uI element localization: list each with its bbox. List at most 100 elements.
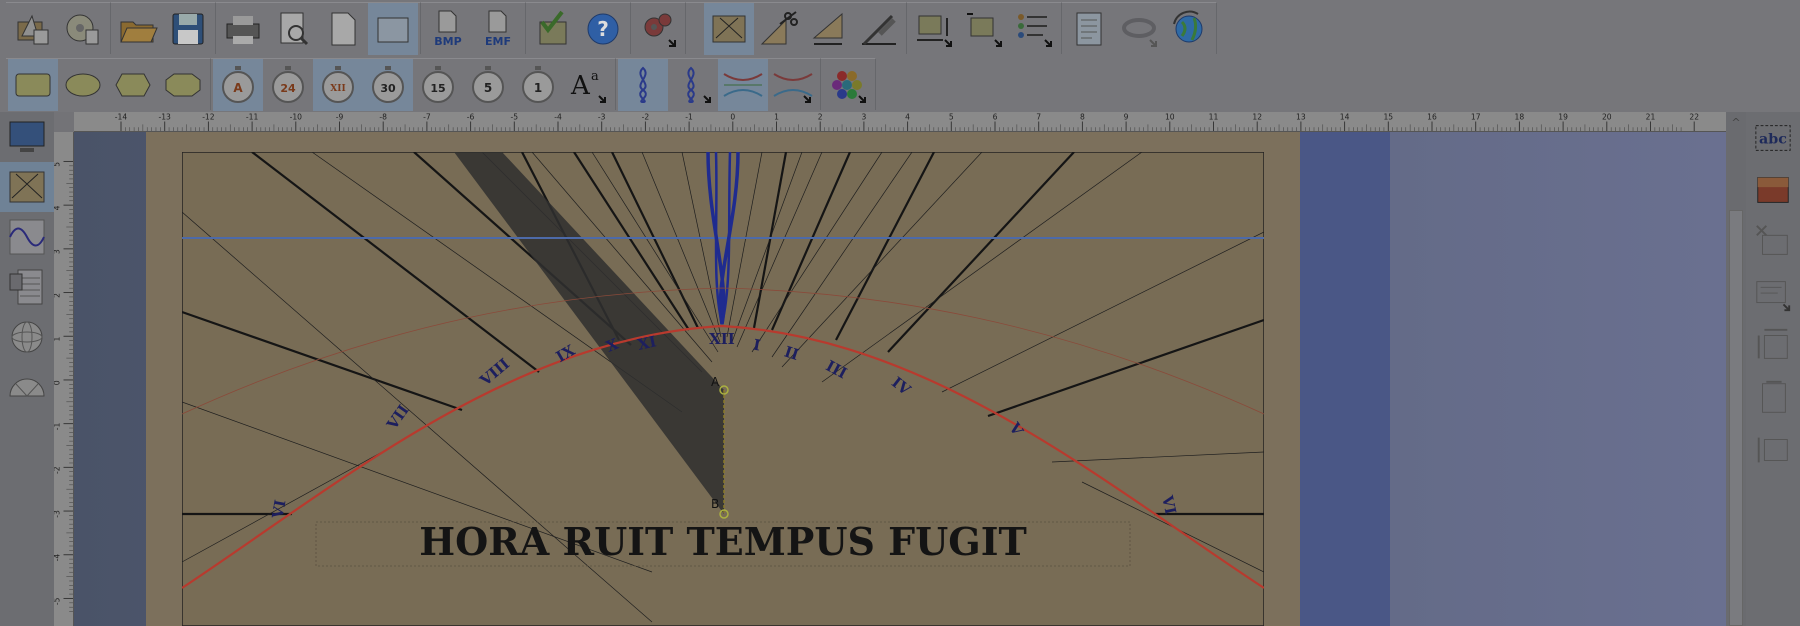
- toolbar-group-curves: [616, 58, 821, 111]
- resize-width-button[interactable]: [909, 3, 959, 55]
- ruler-label: -4: [554, 113, 562, 122]
- toolbar-group-export: BMP EMF: [421, 2, 526, 54]
- ruler-label: 5: [54, 162, 62, 167]
- list-button[interactable]: [1009, 3, 1059, 55]
- ruler-label: 16: [1427, 113, 1437, 122]
- ruler-label: 3: [54, 249, 62, 254]
- gnomon-edit-icon: [862, 14, 896, 45]
- save-button[interactable]: [163, 3, 213, 55]
- rectangle-width-icon: [917, 15, 952, 47]
- image-button[interactable]: [1746, 164, 1800, 216]
- stopwatch-24-button[interactable]: 24: [263, 59, 313, 111]
- horizontal-ruler[interactable]: -14 -13 -12 -11 -10 -9 -8 -7 -6 -5 -4 -3 -2 -1 0 1 2 3 4 5 6…: [74, 112, 1726, 132]
- print-preview-button[interactable]: [268, 3, 318, 55]
- analemma-button[interactable]: [618, 58, 668, 111]
- stopwatch-xii-button[interactable]: XII: [313, 58, 363, 111]
- wizard-button[interactable]: [58, 3, 108, 55]
- export-emf-icon: EMF: [485, 10, 511, 48]
- stopwatch-icon: 15: [422, 65, 454, 103]
- rectangle-frame-button[interactable]: [8, 58, 58, 111]
- hexagon-frame-button[interactable]: [108, 59, 158, 111]
- drawing-canvas[interactable]: A B VI VII VIII IX X XI XII I II III IV V VI HORA RU…: [74, 132, 1726, 626]
- ruler-label: 3: [861, 113, 866, 122]
- sphere-view-button[interactable]: [0, 312, 54, 362]
- ellipse-frame-icon: [65, 73, 101, 96]
- vertical-ruler[interactable]: 5 4 3 2 1 0 -1 -2 -3 -4 -5: [54, 132, 74, 626]
- monitor-view-button[interactable]: [0, 112, 54, 162]
- dial-view-button[interactable]: [704, 2, 754, 55]
- toolbar-group-layout: [907, 2, 1062, 54]
- toolbar-group-colors: [821, 58, 876, 110]
- octagon-frame-button[interactable]: [158, 59, 208, 111]
- font-button[interactable]: Aa: [563, 59, 613, 111]
- stopwatch-icon: XII: [322, 65, 354, 103]
- new-sundial-button[interactable]: [8, 3, 58, 55]
- sundial-app-window: BMP EMF ? A 24 XII 30 15 5 1 A a -14 -13…: [0, 0, 1800, 626]
- align-box-button[interactable]: [1746, 268, 1800, 320]
- colors-button[interactable]: [823, 59, 873, 111]
- stopwatch-30-button[interactable]: 30: [363, 58, 413, 111]
- dial-layout-button[interactable]: [0, 162, 54, 212]
- spacing-button[interactable]: [1746, 424, 1800, 476]
- emf-label: EMF: [485, 35, 511, 48]
- date-lines-button[interactable]: [718, 58, 768, 111]
- globe-button[interactable]: [1164, 3, 1214, 55]
- analemma-icon: [639, 66, 647, 103]
- text-box-button[interactable]: abc: [1746, 112, 1800, 164]
- dial-layout-icon: [9, 171, 45, 203]
- date-lines-options-button[interactable]: [768, 59, 818, 111]
- frame-icon: [377, 17, 409, 42]
- ruler-label: -11: [246, 113, 259, 122]
- ruler-label: 5: [949, 113, 954, 122]
- toolbar-group-print: [216, 2, 421, 55]
- new-sundial-icon: [17, 14, 49, 44]
- page-frame-button[interactable]: [368, 2, 418, 55]
- delete-box-button[interactable]: [1746, 216, 1800, 268]
- toolbar-group-new: [6, 2, 111, 54]
- resize-vertical-button[interactable]: [1746, 320, 1800, 372]
- date-lines-options-icon: [773, 72, 813, 103]
- ruler-label: -8: [379, 113, 387, 122]
- image-icon: [1757, 177, 1789, 203]
- ruler-label: 2: [54, 293, 62, 298]
- protractor-view-button[interactable]: [0, 362, 54, 412]
- settings-button[interactable]: [633, 3, 683, 55]
- stopwatch-1-button[interactable]: 1: [513, 59, 563, 111]
- analemma-options-button[interactable]: [668, 59, 718, 111]
- ruler-label: 10: [1165, 113, 1175, 122]
- object-panel: abc: [1746, 112, 1800, 626]
- stopwatch-15-button[interactable]: 15: [413, 59, 463, 111]
- ellipse-frame-button[interactable]: [58, 59, 108, 111]
- move-frame-button[interactable]: [959, 3, 1009, 55]
- graph-view-button[interactable]: [0, 212, 54, 262]
- ruler-label: -3: [598, 113, 606, 122]
- motto-text[interactable]: HORA RUIT TEMPUS FUGIT: [419, 519, 1027, 564]
- list-bullets-icon: [1018, 13, 1052, 47]
- cut-shape-button[interactable]: [754, 3, 804, 55]
- font-label: A: [570, 71, 591, 101]
- report-button[interactable]: [1064, 3, 1114, 55]
- open-button[interactable]: [113, 3, 163, 55]
- gnomon-edit-button[interactable]: [854, 3, 904, 55]
- stopwatch-a-button[interactable]: A: [213, 58, 263, 111]
- measure-button[interactable]: [804, 3, 854, 55]
- help-button[interactable]: ?: [578, 3, 628, 55]
- table-view-button[interactable]: [0, 262, 54, 312]
- scrollbar-thumb[interactable]: [1729, 210, 1743, 626]
- ruler-label: 2: [818, 113, 823, 122]
- font-icon: Aa: [570, 69, 606, 103]
- export-bmp-button[interactable]: BMP: [423, 3, 473, 55]
- ruler-triangle-icon: [812, 12, 843, 45]
- octagon-frame-icon: [165, 73, 201, 96]
- stopwatch-5-button[interactable]: 5: [463, 59, 513, 111]
- rotate-3d-button[interactable]: [1114, 3, 1164, 55]
- sundial-face[interactable]: A B VIVIIVIIIIX X XI XII I IIIIIIVVVI HORA RU…: [182, 152, 1264, 626]
- report-icon: [1076, 12, 1102, 45]
- export-emf-button[interactable]: EMF: [473, 3, 523, 55]
- page-setup-button[interactable]: [318, 3, 368, 55]
- date-lines-icon: [723, 72, 763, 97]
- print-button[interactable]: [218, 3, 268, 55]
- calculate-button[interactable]: [528, 3, 578, 55]
- box-height-button[interactable]: [1746, 372, 1800, 424]
- scroll-up-arrow-icon[interactable]: ^: [1728, 116, 1744, 130]
